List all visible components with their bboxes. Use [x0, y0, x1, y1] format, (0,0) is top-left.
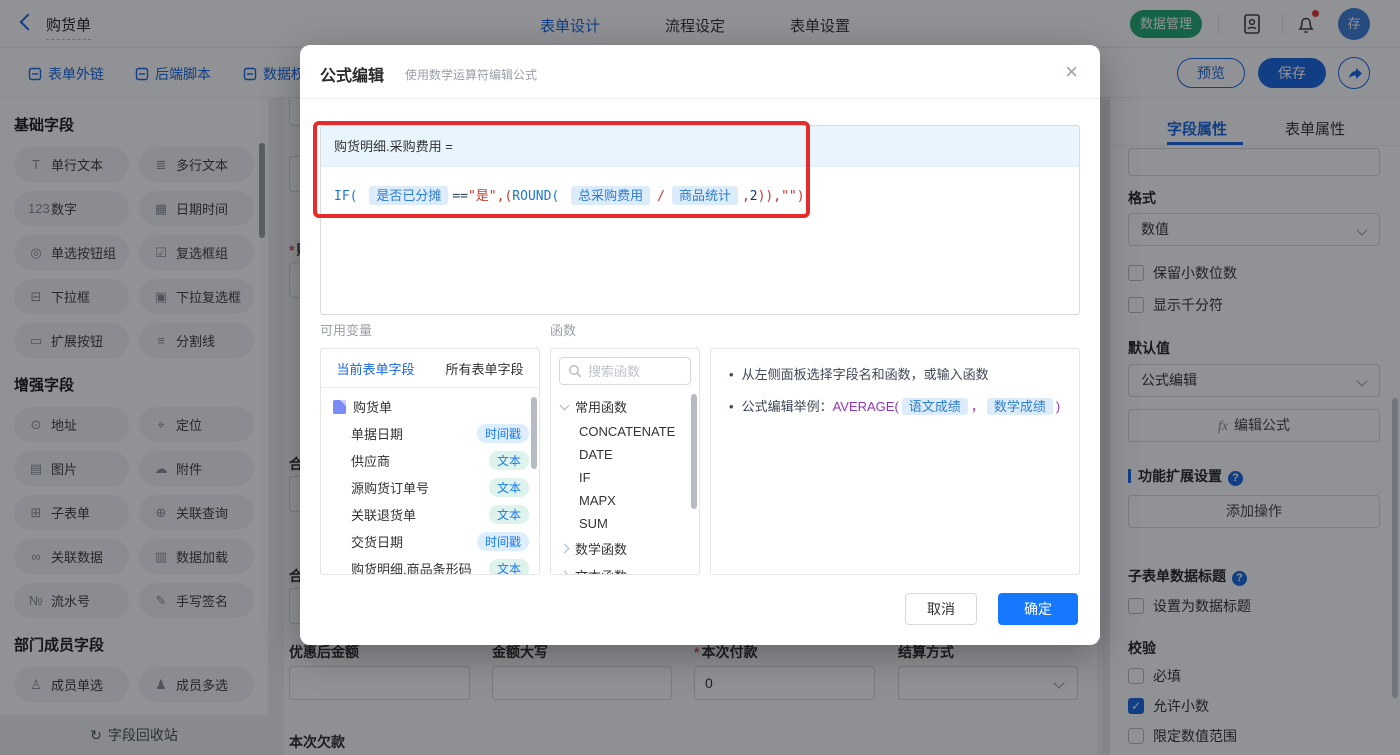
hint-field-token[interactable]: 语文成绩	[901, 398, 968, 415]
function-item-SUM[interactable]: SUM	[551, 512, 699, 535]
function-item-DATE[interactable]: DATE	[551, 443, 699, 466]
formula-token: ==	[452, 189, 468, 204]
type-badge: 文本	[488, 478, 529, 497]
variable-name: 源购货订单号	[351, 481, 430, 496]
hint-line1: 从左侧面板选择字段名和函数，或输入函数	[741, 367, 989, 382]
close-icon[interactable]: ×	[1065, 59, 1078, 85]
formula-token: ,(	[496, 189, 513, 204]
function-search-input[interactable]	[588, 363, 678, 379]
variable-name: 单据日期	[351, 427, 404, 442]
chevron-right-icon	[559, 543, 570, 554]
hint-comma: ，	[970, 399, 984, 414]
function-item-CONCATENATE[interactable]: CONCATENATE	[551, 420, 699, 443]
formula-editor-dialog: 公式编辑 使用数学运算符编辑公式 × 购货明细.采购费用 = IF( 是否已分摊…	[300, 45, 1100, 645]
chevron-down-icon	[559, 400, 570, 410]
formula-token: ))	[757, 189, 774, 204]
form-doc-icon	[333, 399, 346, 414]
formula-token: )	[796, 189, 805, 204]
hint-example: 公式编辑举例：AVERAGE(语文成绩，数学成绩)	[741, 397, 1061, 417]
variable-row[interactable]: 交货日期 时间戳	[321, 528, 539, 555]
group-label: 文本函数	[575, 566, 627, 574]
formula-token: IF(	[334, 189, 366, 204]
search-icon	[569, 365, 582, 378]
formula-expression[interactable]: IF( 是否已分摊 =="是",(ROUND( 总采购费用 / 商品统计 ,2)),""…	[321, 167, 1079, 222]
formula-token: ROUND(	[512, 189, 568, 204]
function-group-数学函数[interactable]: 数学函数	[551, 535, 699, 562]
functions-scrollbar[interactable]	[691, 394, 697, 509]
type-badge: 文本	[488, 451, 529, 470]
hint-panel: • 从左侧面板选择字段名和函数，或输入函数 • 公式编辑举例：AVERAGE(语…	[710, 348, 1080, 575]
formula-field-token[interactable]: 是否已分摊	[369, 186, 449, 205]
formula-token: ,	[741, 189, 750, 204]
variables-label: 可用变量	[320, 323, 373, 338]
hint-close-paren: )	[1055, 399, 1061, 414]
formula-token: "是"	[467, 189, 497, 204]
variable-name: 购货明细.商品条形码	[351, 562, 472, 575]
variable-row[interactable]: 源购货订单号 文本	[321, 474, 539, 501]
dialog-subtitle: 使用数学运算符编辑公式	[405, 68, 538, 82]
confirm-button[interactable]: 确定	[998, 593, 1078, 625]
dialog-header: 公式编辑 使用数学运算符编辑公式 ×	[300, 45, 1100, 99]
function-item-IF[interactable]: IF	[551, 466, 699, 489]
formula-field-token[interactable]: 商品统计	[671, 186, 738, 205]
formula-token: /	[657, 189, 665, 204]
type-badge: 时间戳	[476, 424, 529, 443]
cancel-button[interactable]: 取消	[905, 593, 977, 625]
variable-name: 交货日期	[351, 535, 404, 550]
variables-tab-2[interactable]: 所有表单字段	[445, 359, 523, 378]
hint-function-name: AVERAGE(	[832, 399, 899, 414]
function-group-常用函数[interactable]: 常用函数	[551, 393, 699, 420]
formula-token: ""	[781, 189, 797, 204]
variables-scrollbar[interactable]	[531, 397, 537, 469]
dialog-title: 公式编辑	[320, 68, 385, 85]
functions-box: 常用函数 CONCATENATEDATEIFMAPXSUM 数学函数文本函数	[550, 348, 700, 575]
function-search[interactable]	[559, 357, 691, 385]
hint-prefix: 公式编辑举例：	[741, 399, 833, 414]
formula-target: 购货明细.采购费用 =	[321, 126, 1079, 167]
variables-box: 当前表单字段 所有表单字段 购货单 单据日期 时间戳 供应商 文本 源购货订单号 文本 关联退…	[320, 348, 540, 575]
group-label: 数学函数	[575, 542, 628, 557]
type-badge: 文本	[488, 559, 529, 574]
formula-field-token[interactable]: 总采购费用	[571, 186, 651, 205]
type-badge: 时间戳	[476, 532, 529, 551]
type-badge: 文本	[488, 505, 529, 524]
variables-root[interactable]: 购货单	[321, 388, 539, 420]
variable-row[interactable]: 购货明细.商品条形码 文本	[321, 555, 539, 575]
variable-row[interactable]: 单据日期 时间戳	[321, 420, 539, 447]
group-label: 常用函数	[575, 400, 628, 415]
variable-row[interactable]: 供应商 文本	[321, 447, 539, 474]
formula-editor[interactable]: 购货明细.采购费用 = IF( 是否已分摊 =="是",(ROUND( 总采购费用…	[320, 125, 1080, 315]
bullet-icon: •	[729, 399, 734, 414]
hint-field-token[interactable]: 数学成绩	[986, 398, 1053, 415]
variable-name: 关联退货单	[351, 508, 417, 523]
functions-label: 函数	[550, 323, 577, 338]
chevron-right-icon	[559, 570, 570, 574]
variable-name: 供应商	[351, 454, 391, 469]
variable-row[interactable]: 关联退货单 文本	[321, 501, 539, 528]
bullet-icon: •	[729, 367, 734, 382]
formula-token: 2	[749, 189, 758, 204]
function-group-文本函数[interactable]: 文本函数	[551, 562, 699, 574]
formula-token: ,	[773, 189, 782, 204]
function-item-MAPX[interactable]: MAPX	[551, 489, 699, 512]
variables-tab-1[interactable]: 当前表单字段	[336, 359, 414, 378]
